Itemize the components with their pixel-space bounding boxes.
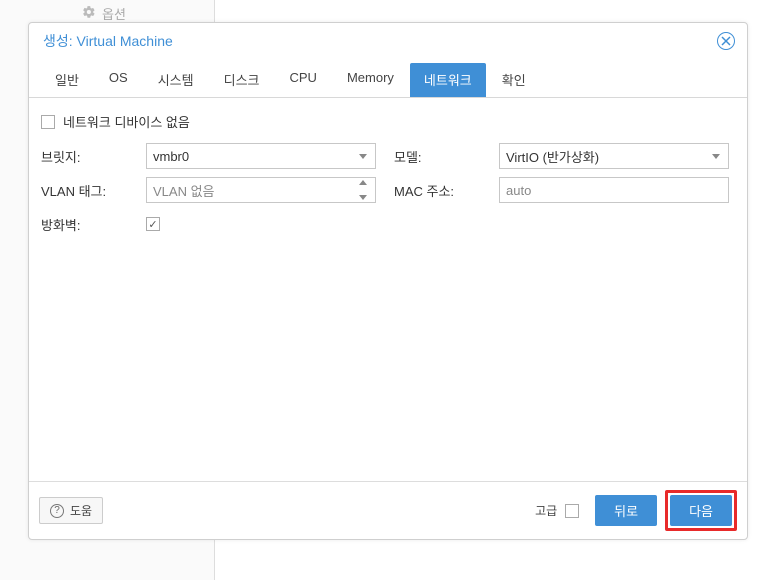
create-vm-dialog: 생성: Virtual Machine 일반 OS 시스템 디스크 CPU Me… <box>28 22 748 540</box>
tab-network[interactable]: 네트워크 <box>410 63 486 97</box>
advanced-label: 고급 <box>535 502 557 519</box>
mac-label: MAC 주소: <box>394 181 499 200</box>
next-button[interactable]: 다음 <box>670 495 732 526</box>
firewall-label: 방화벽: <box>41 215 146 234</box>
gear-icon <box>82 5 96 22</box>
vlan-value: VLAN 없음 <box>153 181 215 200</box>
mac-input[interactable]: auto <box>499 177 729 203</box>
tab-general[interactable]: 일반 <box>41 63 93 97</box>
mac-placeholder: auto <box>506 183 531 198</box>
advanced-checkbox[interactable] <box>565 504 579 518</box>
model-label: 모델: <box>394 147 499 166</box>
vlan-input[interactable]: VLAN 없음 <box>146 177 376 203</box>
bg-option-label: 옵션 <box>102 4 126 23</box>
no-network-checkbox[interactable] <box>41 115 55 129</box>
close-icon[interactable] <box>717 32 735 50</box>
tab-confirm[interactable]: 확인 <box>488 63 540 97</box>
dialog-footer: ? 도움 고급 뒤로 다음 <box>29 481 747 539</box>
firewall-checkbox[interactable] <box>146 217 160 231</box>
dialog-titlebar: 생성: Virtual Machine <box>29 23 747 57</box>
vlan-spinner-icon[interactable] <box>359 180 371 200</box>
model-value: VirtIO (반가상화) <box>506 147 599 166</box>
wizard-tabbar: 일반 OS 시스템 디스크 CPU Memory 네트워크 확인 <box>29 57 747 98</box>
next-button-highlight: 다음 <box>665 490 737 531</box>
help-button[interactable]: ? 도움 <box>39 497 103 524</box>
dialog-title: 생성: Virtual Machine <box>43 31 173 51</box>
bridge-value: vmbr0 <box>153 149 189 164</box>
help-icon: ? <box>50 504 64 518</box>
tab-os[interactable]: OS <box>95 63 142 97</box>
back-button[interactable]: 뒤로 <box>595 495 657 526</box>
bridge-label: 브릿지: <box>41 147 146 166</box>
tab-disk[interactable]: 디스크 <box>210 63 274 97</box>
bridge-select[interactable]: vmbr0 <box>146 143 376 169</box>
model-select[interactable]: VirtIO (반가상화) <box>499 143 729 169</box>
no-network-label: 네트워크 디바이스 없음 <box>63 112 190 131</box>
tab-memory[interactable]: Memory <box>333 63 408 97</box>
tab-cpu[interactable]: CPU <box>276 63 331 97</box>
vlan-label: VLAN 태그: <box>41 181 146 200</box>
tab-system[interactable]: 시스템 <box>144 63 208 97</box>
network-panel: 네트워크 디바이스 없음 브릿지: vmbr0 모델: VirtIO (반가상화… <box>29 98 747 481</box>
help-label: 도움 <box>70 502 92 519</box>
